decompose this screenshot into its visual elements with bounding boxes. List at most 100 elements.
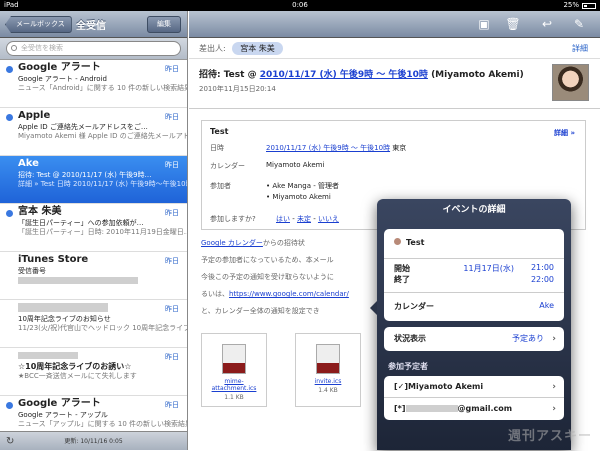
unread-dot-icon (6, 66, 13, 73)
attachment-item[interactable]: invite.ics 1.4 KB (295, 333, 361, 407)
event-name: Test (406, 238, 425, 247)
rsvp-yes-link[interactable]: はい (276, 215, 290, 223)
message-date: 昨日 (165, 353, 179, 361)
message-body: Google カレンダーからの招待状 予定の参加者になっているため、本メール 今… (201, 235, 391, 320)
availability-value: 予定あり (512, 334, 544, 343)
message-subject: Apple ID ご連絡先メールアドレスをご… (18, 123, 148, 131)
title-suffix: (Miyamoto Akemi) (427, 70, 524, 80)
redacted-email (405, 405, 458, 412)
start-time: 21:00 (530, 263, 554, 272)
updated-label: 更新: (64, 438, 79, 445)
attendee-row[interactable]: [✓]Miyamoto Akemi › (384, 376, 564, 398)
body-line-5: と、カレンダー全体の通知を設定でき (201, 307, 320, 315)
list-item[interactable]: iTunes Store 昨日 受信番号 (0, 252, 187, 300)
sidebar-footer: ↻ 更新: 10/11/16 0:05 (0, 431, 187, 450)
calendar-label: カレンダー (394, 302, 434, 311)
attachment-name: invite.ics (314, 378, 342, 385)
chevron-right-icon: › (552, 334, 556, 344)
body-line-1: からの招待状 (262, 239, 305, 247)
from-row: 差出人: 宮本 朱美 詳細 (189, 38, 600, 59)
details-link[interactable]: 詳細 (572, 43, 588, 54)
event-title: Test (210, 127, 229, 136)
chevron-right-icon: › (552, 404, 556, 414)
calendar-url-link[interactable]: https://www.google.com/calendar/ (229, 290, 349, 298)
message-preview: ニュース「アップル」に関する 10 件の新しい検索結果 アップル、iPhone… (18, 420, 187, 428)
message-subject: 「誕生日パーティー」への参加依頼が… (18, 219, 144, 227)
attendee-2: • Miyamoto Akemi (266, 193, 331, 201)
message-date: 昨日 (165, 65, 179, 73)
search-placeholder: 全受信を検索 (21, 44, 63, 52)
list-item[interactable]: 昨日 ☆10周年記念ライブのお誘い☆ ★BCC一斉送信メールにて失礼します (0, 348, 187, 396)
attendee-name: [✓]Miyamoto Akemi (394, 382, 484, 391)
title-date-link[interactable]: 2010/11/17 (水) 午後9時 ～ 午後10時 (260, 70, 428, 80)
message-sender: Google アラート (18, 398, 101, 409)
ics-file-icon (316, 344, 340, 374)
rsvp-label: 参加しますか? (210, 215, 256, 223)
list-item[interactable]: Apple 昨日 Apple ID ご連絡先メールアドレスをご… Miyamoto A… (0, 108, 187, 156)
end-time: 22:00 (530, 275, 554, 284)
popover-title: イベントの詳細 (442, 205, 506, 215)
message-preview: ニュース「Android」に関する 10 件の新しい検索結果 エレコム、Andr… (18, 84, 187, 92)
mailboxes-back-button[interactable]: メールボックス (5, 16, 72, 33)
availability-label: 状況表示 (394, 334, 426, 343)
message-subject: 招待: Test @ 2010/11/17 (水) 午後9時… (18, 171, 152, 179)
calendar-label: カレンダー (210, 162, 245, 170)
mailbox-title: 全受信 (76, 21, 106, 32)
attachment-item[interactable]: mime-attachment.ics 1.1 KB (201, 333, 267, 407)
ics-file-icon (222, 344, 246, 374)
rsvp-no-link[interactable]: いいえ (318, 215, 339, 223)
message-sender: iTunes Store (18, 254, 89, 265)
redacted-text (18, 276, 138, 284)
event-detail-link[interactable]: 詳細 » (554, 128, 575, 138)
attendee-email-domain: @gmail.com (457, 404, 513, 413)
updated-value: 10/11/16 0:05 (80, 438, 123, 445)
date-link[interactable]: 2010/11/17 (水) 午後9時 ～ 午後10時 (266, 144, 390, 152)
rsvp-maybe-link[interactable]: 未定 (297, 215, 311, 223)
event-summary-card: Test 開始 終了 11月17日(水) 21:00 22:00 カレンダー A… (384, 229, 564, 321)
move-folder-icon[interactable]: ▣ (476, 16, 492, 32)
search-input[interactable]: 全受信を検索 (6, 41, 181, 56)
attendee-prefix: [*] (394, 404, 406, 413)
availability-row[interactable]: 状況表示 予定あり › (384, 327, 564, 351)
search-bar: 全受信を検索 (0, 38, 187, 60)
message-subject: Google アラート - アップル (18, 411, 108, 419)
battery-icon (582, 2, 596, 9)
attendees-header: 参加予定者 (388, 362, 428, 371)
sender-avatar (552, 64, 589, 101)
list-item[interactable]: 宮本 朱美 昨日 「誕生日パーティー」への参加依頼が… 「誕生日パーティー」日時: 2… (0, 204, 187, 252)
battery-status: 25% (563, 0, 596, 11)
message-date: 昨日 (165, 257, 179, 265)
google-calendar-link[interactable]: Google カレンダー (201, 239, 263, 247)
redacted-sender (18, 352, 78, 359)
calendar-value: Miyamoto Akemi (266, 161, 325, 169)
sidebar-navbar: メールボックス 全受信 編集 (0, 11, 187, 38)
calendar-value: Ake (539, 301, 554, 310)
date-label: 日時 (210, 144, 224, 152)
message-date: 昨日 (165, 401, 179, 409)
date-place: 東京 (390, 144, 407, 152)
redacted-sender (18, 302, 108, 312)
attendees-label: 参加者 (210, 182, 231, 190)
message-subject: Google アラート - Android (18, 75, 107, 83)
clock: 0:06 (292, 1, 308, 9)
refresh-icon[interactable]: ↻ (6, 432, 14, 451)
attendee-1: • Ake Manga - 管理者 (266, 182, 339, 190)
message-sender: Google アラート (18, 62, 101, 73)
list-item[interactable]: Google アラート 昨日 Google アラート - Android ニュース「A… (0, 60, 187, 108)
message-date: 昨日 (165, 113, 179, 121)
list-item[interactable]: 昨日 10周年記念ライブのお知らせ 11/23(火/祝)代官山でヘッドロック 10周… (0, 300, 187, 348)
message-toolbar: ▣ 🗑 ↩ ✎ (189, 11, 600, 38)
unread-dot-icon (6, 402, 13, 409)
compose-icon[interactable]: ✎ (571, 16, 587, 32)
sender-chip[interactable]: 宮本 朱美 (232, 42, 283, 55)
message-sender: Ake (18, 158, 39, 169)
edit-button[interactable]: 編集 (147, 16, 181, 33)
message-date: 昨日 (165, 305, 179, 313)
trash-icon[interactable]: 🗑 (505, 16, 521, 32)
message-title: 招待: Test @ 2010/11/17 (水) 午後9時 ～ 午後10時 (… (199, 67, 590, 80)
list-item-selected[interactable]: Ake 昨日 招待: Test @ 2010/11/17 (水) 午後9時… 詳細 »… (0, 156, 187, 204)
attendee-row[interactable]: [*] @gmail.com › (384, 398, 564, 420)
attachment-size: 1.4 KB (318, 387, 338, 394)
reply-icon[interactable]: ↩ (539, 16, 555, 32)
message-preview: Miyamoto Akemi 様 Apple ID のご連絡先メールアドレスを確… (18, 132, 187, 140)
